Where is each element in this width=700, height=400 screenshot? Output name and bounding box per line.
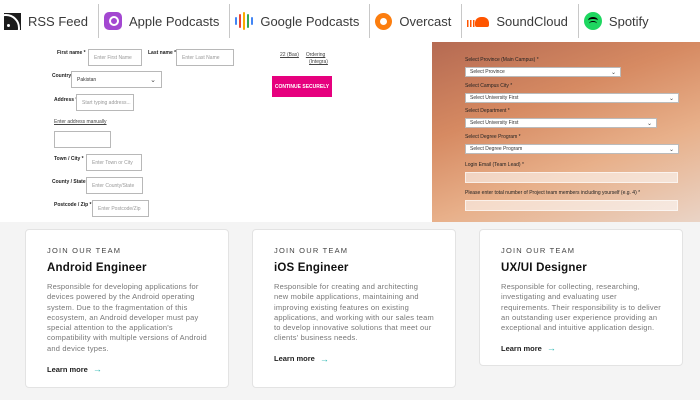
podcast-link-label: Google Podcasts: [260, 13, 360, 29]
arrow-right-icon: →: [319, 353, 329, 364]
town-label: Town / City *: [54, 156, 84, 162]
address-input[interactable]: Start typing address...: [76, 94, 134, 111]
continue-securely-button[interactable]: CONTINUE SECURELY: [272, 76, 332, 97]
department-select[interactable]: Select University First ⌄: [465, 118, 657, 128]
podcast-links-bar: RSS Feed Apple Podcasts Google Podcasts …: [0, 0, 700, 42]
postcode-input[interactable]: Enter Postcode/Zip: [92, 200, 149, 217]
login-email-label: Login Email (Team Lead) *: [465, 162, 524, 168]
card-kicker: JOIN OUR TEAM: [274, 246, 349, 255]
soundcloud-icon: [467, 15, 490, 27]
learn-more-label: Learn more: [274, 354, 315, 364]
last-name-label: Last name *: [148, 50, 177, 56]
side-link-integra[interactable]: (Integra): [280, 59, 328, 65]
podcast-link-label: Overcast: [399, 13, 452, 29]
spotify-icon: [583, 12, 602, 30]
overcast-icon: [375, 12, 393, 30]
learn-more-label: Learn more: [501, 343, 542, 353]
apple-podcasts-icon: [103, 12, 122, 30]
job-card-android: JOIN OUR TEAM Android Engineer Responsib…: [25, 229, 229, 388]
last-name-input[interactable]: Enter Last Name: [176, 49, 234, 66]
podcast-link-label: RSS Feed: [28, 13, 88, 29]
learn-more-label: Learn more: [47, 364, 88, 374]
side-link-basket[interactable]: 22 (Bas): [280, 52, 299, 58]
postcode-label: Postcode / Zip *: [54, 202, 92, 208]
first-name-label: First name *: [57, 50, 86, 56]
card-title: UX/UI Designer: [501, 262, 587, 274]
degree-program-label: Select Degree Program *: [465, 134, 521, 140]
degree-program-select[interactable]: Select Degree Program ⌄: [465, 144, 679, 154]
arrow-right-icon: →: [92, 364, 102, 375]
campus-city-value: Select University First: [470, 95, 519, 101]
podcast-link-label: Apple Podcasts: [128, 13, 220, 29]
card-kicker: JOIN OUR TEAM: [47, 246, 122, 255]
card-description: Responsible for creating and architectin…: [274, 282, 434, 343]
card-description: Responsible for developing applications …: [47, 282, 207, 353]
job-card-ux-ui: JOIN OUR TEAM UX/UI Designer Responsible…: [479, 229, 683, 366]
country-value: Pakistan: [77, 76, 97, 83]
team-members-label: Please enter total number of Project tea…: [465, 190, 641, 196]
department-value: Select University First: [470, 120, 519, 126]
degree-program-value: Select Degree Program: [470, 146, 523, 152]
rss-icon: [4, 12, 21, 30]
town-input[interactable]: Enter Town or City: [86, 154, 142, 171]
arrow-right-icon: →: [546, 343, 556, 354]
campus-city-label: Select Campus City *: [465, 83, 513, 89]
podcast-link-apple[interactable]: Apple Podcasts: [97, 0, 229, 42]
chevron-down-icon: ⌄: [150, 76, 156, 84]
province-select[interactable]: Select Province ⌄: [465, 67, 621, 77]
chevron-down-icon: ⌄: [668, 95, 674, 102]
podcast-link-label: SoundCloud: [496, 13, 568, 29]
registration-form: Select Province (Main Campus) * Select P…: [432, 42, 700, 222]
address-form: First name * Enter First Name Last name …: [0, 42, 432, 222]
learn-more-link[interactable]: Learn more →: [47, 364, 207, 374]
job-card-ios: JOIN OUR TEAM iOS Engineer Responsible f…: [252, 229, 456, 388]
page: RSS Feed Apple Podcasts Google Podcasts …: [0, 0, 700, 400]
podcast-link-google[interactable]: Google Podcasts: [229, 0, 369, 42]
learn-more-link[interactable]: Learn more →: [274, 354, 434, 364]
county-input[interactable]: Enter County/State: [86, 177, 143, 194]
podcast-link-label: Spotify: [608, 13, 649, 29]
campus-city-select[interactable]: Select University First ⌄: [465, 93, 679, 103]
address-label: Address *: [54, 97, 78, 103]
card-title: iOS Engineer: [274, 262, 349, 274]
podcast-link-rss[interactable]: RSS Feed: [0, 0, 98, 42]
chevron-down-icon: ⌄: [668, 146, 674, 153]
chevron-down-icon: ⌄: [610, 69, 616, 76]
department-label: Select Department *: [465, 108, 510, 114]
side-link-ordering[interactable]: Ordering: [306, 52, 325, 58]
card-kicker: JOIN OUR TEAM: [501, 246, 576, 255]
podcast-link-overcast[interactable]: Overcast: [369, 0, 461, 42]
province-label: Select Province (Main Campus) *: [465, 57, 539, 63]
card-description: Responsible for collecting, researching,…: [501, 282, 661, 333]
side-links: 22 (Bas) Ordering (Integra): [280, 52, 328, 66]
first-name-input[interactable]: Enter First Name: [88, 49, 142, 66]
login-email-input[interactable]: [465, 172, 678, 183]
province-value: Select Province: [470, 69, 505, 75]
card-title: Android Engineer: [47, 262, 147, 274]
podcast-link-soundcloud[interactable]: SoundCloud: [461, 0, 578, 42]
team-members-input[interactable]: [465, 200, 678, 211]
google-podcasts-icon: [235, 12, 254, 30]
learn-more-link[interactable]: Learn more →: [501, 343, 661, 353]
country-select[interactable]: Pakistan ⌄: [71, 71, 162, 88]
enter-address-manually-link[interactable]: Enter address manually: [54, 119, 107, 125]
podcast-link-spotify[interactable]: Spotify: [577, 0, 659, 42]
manual-address-input[interactable]: [54, 131, 111, 148]
county-label: County / State: [52, 179, 86, 185]
chevron-down-icon: ⌄: [646, 120, 652, 127]
